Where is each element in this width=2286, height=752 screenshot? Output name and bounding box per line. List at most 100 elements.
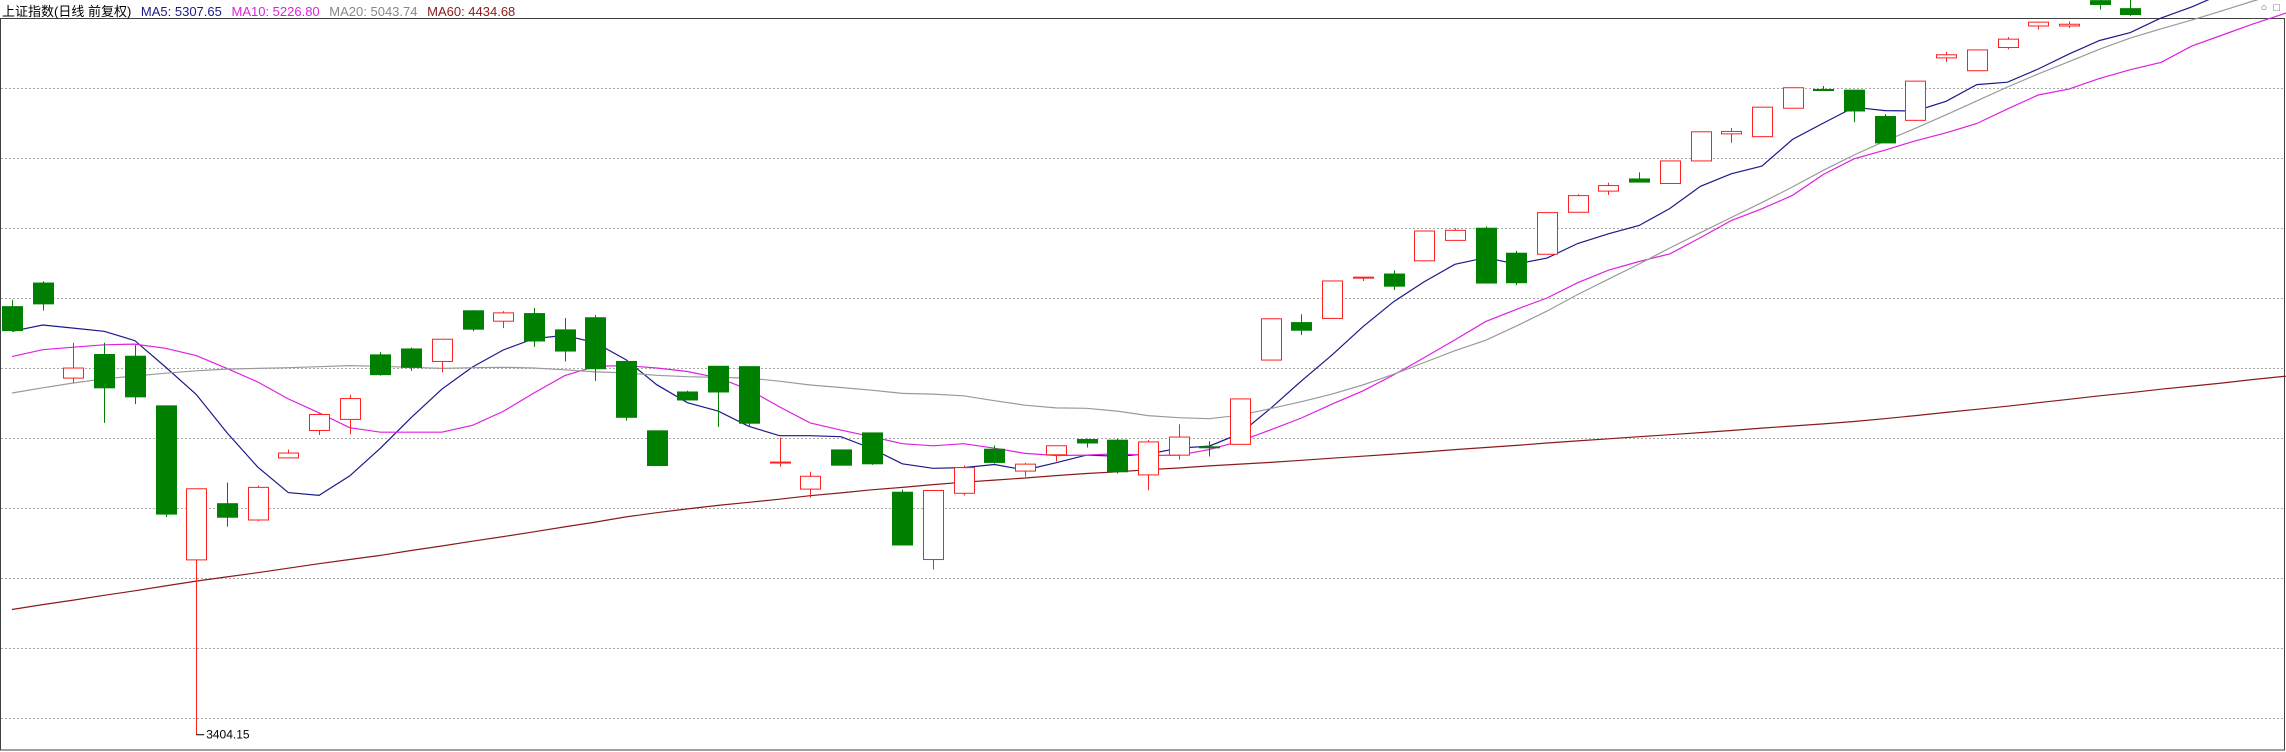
candle [647, 430, 668, 467]
candle [1107, 438, 1128, 474]
candle [831, 449, 852, 466]
candle [1445, 228, 1466, 241]
candle [1384, 270, 1405, 290]
candle [248, 485, 269, 522]
candle-body [2090, 0, 2111, 5]
candle-body [984, 448, 1005, 463]
candle-body [1998, 38, 2019, 48]
candle-body [1445, 229, 1466, 241]
restore-icon[interactable]: ○ [2261, 2, 2268, 14]
candle-body [1936, 54, 1957, 59]
candle [1353, 276, 1374, 281]
candle-body [1691, 131, 1712, 162]
candle-body [1721, 130, 1742, 135]
candle-body [2028, 21, 2049, 27]
candle-body [862, 432, 883, 465]
candle-body [647, 430, 668, 467]
candle-body [677, 391, 698, 401]
candle [1015, 462, 1036, 477]
candle [2120, 0, 2141, 16]
candle [1169, 424, 1190, 460]
candle [1414, 230, 1435, 262]
candle [1077, 438, 1098, 448]
candle-body [1598, 185, 1619, 192]
maximize-icon[interactable]: □ [2273, 2, 2280, 14]
candle-body [555, 329, 576, 352]
candle-body [739, 366, 760, 424]
candle [1629, 172, 1650, 183]
candle [1598, 182, 1619, 195]
candle-body [1844, 89, 1865, 112]
candle [800, 471, 821, 498]
candle-body [63, 367, 84, 379]
candle [33, 281, 54, 311]
candle [1138, 439, 1159, 491]
candle-body [493, 312, 514, 322]
candle-body [1783, 87, 1804, 109]
candle-body [156, 405, 177, 515]
candle-body [524, 313, 545, 342]
candle-body [1230, 398, 1251, 445]
candle-body [125, 355, 146, 398]
candle-body [217, 503, 238, 518]
candle-body [248, 486, 269, 521]
candle [555, 318, 576, 362]
candle [1291, 314, 1312, 336]
candle-body [309, 414, 330, 431]
candle [1936, 51, 1957, 63]
candle-body [1875, 116, 1896, 144]
candle-body [892, 491, 913, 546]
candle-body [1353, 276, 1374, 279]
candle-body [1322, 280, 1343, 319]
low-label: 3404.15 [206, 728, 250, 742]
candle-body [278, 452, 299, 459]
candle-body [1752, 106, 1773, 138]
ma20-line [11, 0, 2259, 420]
candle [1568, 194, 1589, 213]
candle-body [1813, 88, 1834, 92]
candle-body [1107, 439, 1128, 473]
window-controls: ○ □ [2258, 2, 2280, 14]
chart-area[interactable]: 5412.323404.15 [0, 0, 2286, 752]
candle-body [1568, 195, 1589, 213]
candle [1476, 226, 1497, 284]
candle [156, 405, 177, 517]
candle [1537, 212, 1558, 255]
candle-body [370, 354, 391, 376]
ma10-readout: MA10: 5226.80 [231, 4, 320, 19]
ma5-readout: MA5: 5307.65 [140, 4, 222, 19]
candle [1660, 160, 1681, 184]
candle [1046, 445, 1067, 462]
ma5-line [11, 0, 2210, 497]
candle-body [1291, 322, 1312, 331]
candle-body [708, 365, 729, 393]
candle [923, 490, 944, 570]
candle-body [2, 306, 23, 332]
candle-body [2059, 23, 2080, 27]
candle [524, 308, 545, 347]
candle-body [401, 348, 422, 368]
candle-body [2120, 8, 2141, 16]
candle-body [585, 317, 606, 370]
candle [217, 482, 238, 527]
candle [2, 299, 23, 332]
candle-body [1384, 273, 1405, 287]
candle [1230, 398, 1251, 445]
candle [677, 390, 698, 401]
candlestick-chart[interactable]: 5412.323404.15 [0, 0, 2286, 752]
candle [493, 311, 514, 329]
candle [1967, 49, 1988, 72]
candle [432, 338, 453, 373]
candle [1506, 250, 1527, 286]
candle-body [1138, 441, 1159, 476]
candle-body [1015, 463, 1036, 472]
ma60-readout: MA60: 4434.68 [427, 4, 516, 19]
candle [1691, 131, 1712, 162]
candle-body [1537, 212, 1558, 255]
candle-body [33, 282, 54, 305]
candle-body [1414, 230, 1435, 262]
candle [1721, 127, 1742, 143]
candle [984, 445, 1005, 464]
candle-body [800, 475, 821, 490]
candle [708, 365, 729, 428]
